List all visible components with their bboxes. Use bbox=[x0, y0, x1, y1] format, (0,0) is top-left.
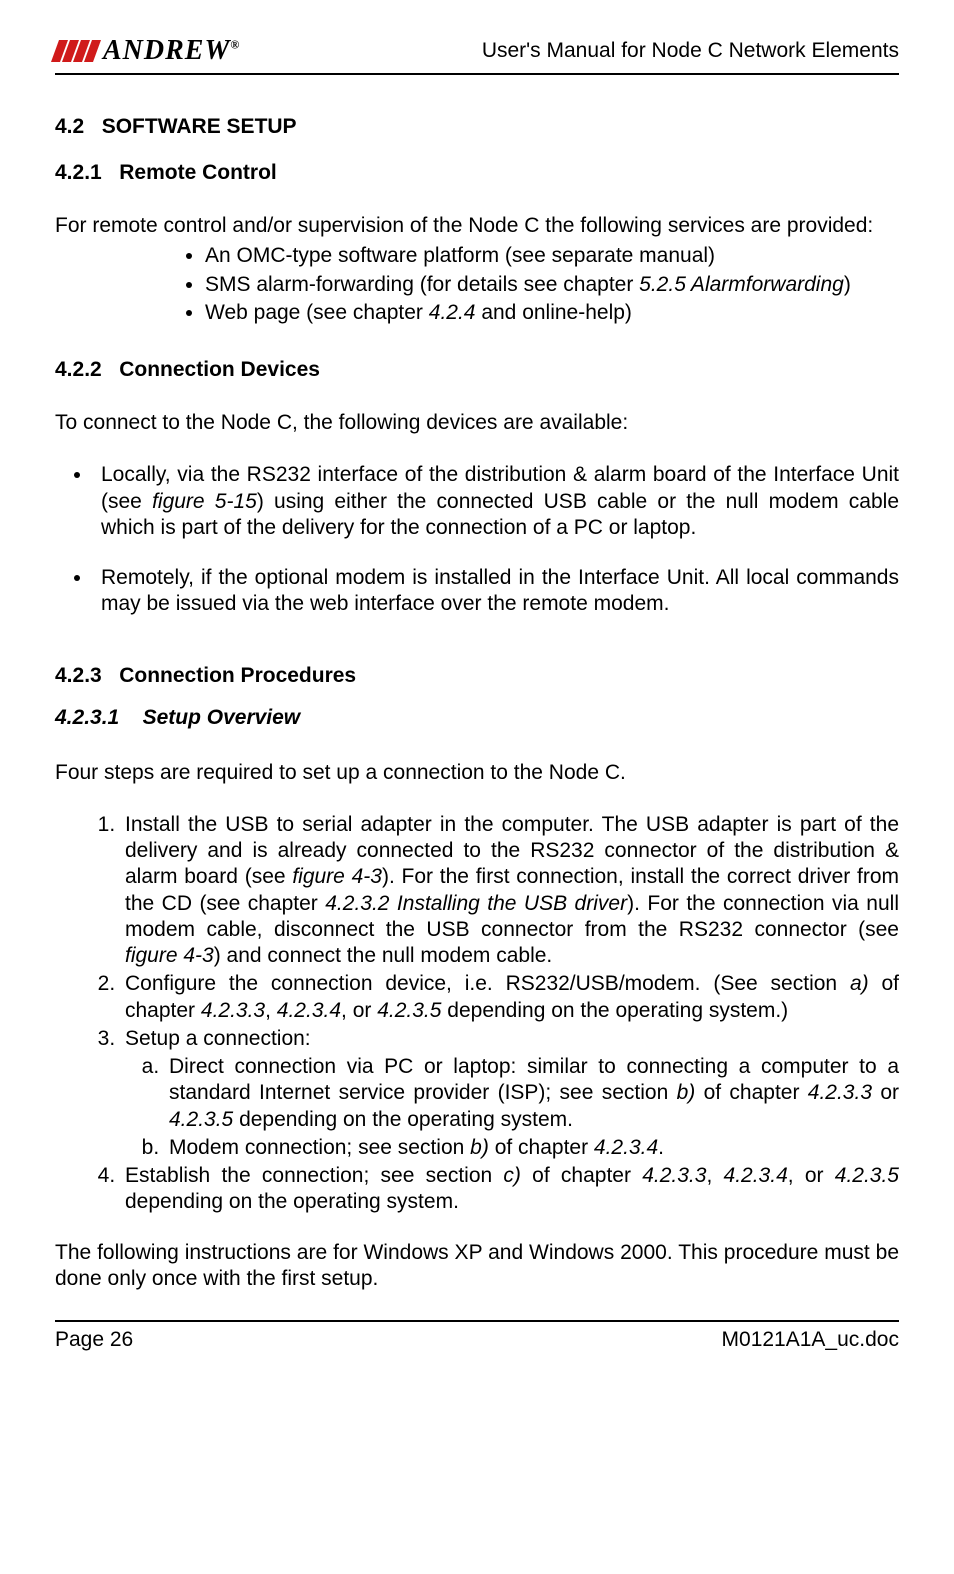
logo: ANDREW® bbox=[55, 35, 240, 67]
s421-bullet-2: SMS alarm-forwarding (for details see ch… bbox=[205, 272, 899, 298]
s421-bullet-1: An OMC-type software platform (see separ… bbox=[205, 243, 899, 269]
s4231-intro: Four steps are required to set up a conn… bbox=[55, 760, 899, 786]
page-footer: Page 26 M0121A1A_uc.doc bbox=[55, 1320, 899, 1352]
s4231-step-1: Install the USB to serial adapter in the… bbox=[121, 812, 899, 970]
s4231-step-3a: Direct connection via PC or laptop: simi… bbox=[165, 1054, 899, 1133]
section-4-2: 4.2 SOFTWARE SETUP bbox=[55, 115, 899, 139]
s421-bullets: An OMC-type software platform (see separ… bbox=[55, 243, 899, 326]
footer-doc: M0121A1A_uc.doc bbox=[722, 1328, 899, 1352]
s4231-step-4: Establish the connection; see section c)… bbox=[121, 1163, 899, 1216]
s4231-step-3b: Modem connection; see section b) of chap… bbox=[165, 1135, 899, 1161]
section-4-2-2: 4.2.2 Connection Devices bbox=[55, 358, 899, 382]
logo-stripes-icon bbox=[51, 40, 101, 62]
s421-intro: For remote control and/or supervision of… bbox=[55, 213, 899, 239]
s4231-step-2: Configure the connection device, i.e. RS… bbox=[121, 971, 899, 1024]
s422-intro: To connect to the Node C, the following … bbox=[55, 410, 899, 436]
footer-page: Page 26 bbox=[55, 1328, 133, 1352]
s4231-steps: Install the USB to serial adapter in the… bbox=[55, 812, 899, 1216]
s422-bullet-2: Remotely, if the optional modem is insta… bbox=[93, 565, 899, 618]
s4231-outro: The following instructions are for Windo… bbox=[55, 1240, 899, 1293]
s422-bullets: Locally, via the RS232 interface of the … bbox=[55, 462, 899, 617]
s4231-step-3-sub: Direct connection via PC or laptop: simi… bbox=[125, 1054, 899, 1161]
section-4-2-3: 4.2.3 Connection Procedures bbox=[55, 664, 899, 688]
page-header: ANDREW® User's Manual for Node C Network… bbox=[55, 35, 899, 75]
s422-bullet-1: Locally, via the RS232 interface of the … bbox=[93, 462, 899, 541]
section-4-2-1: 4.2.1 Remote Control bbox=[55, 161, 899, 185]
s421-bullet-3: Web page (see chapter 4.2.4 and online-h… bbox=[205, 300, 899, 326]
header-title: User's Manual for Node C Network Element… bbox=[482, 39, 899, 63]
logo-text: ANDREW® bbox=[103, 35, 240, 67]
s4231-step-3: Setup a connection: Direct connection vi… bbox=[121, 1026, 899, 1161]
section-4-2-3-1: 4.2.3.1 Setup Overview bbox=[55, 706, 899, 730]
